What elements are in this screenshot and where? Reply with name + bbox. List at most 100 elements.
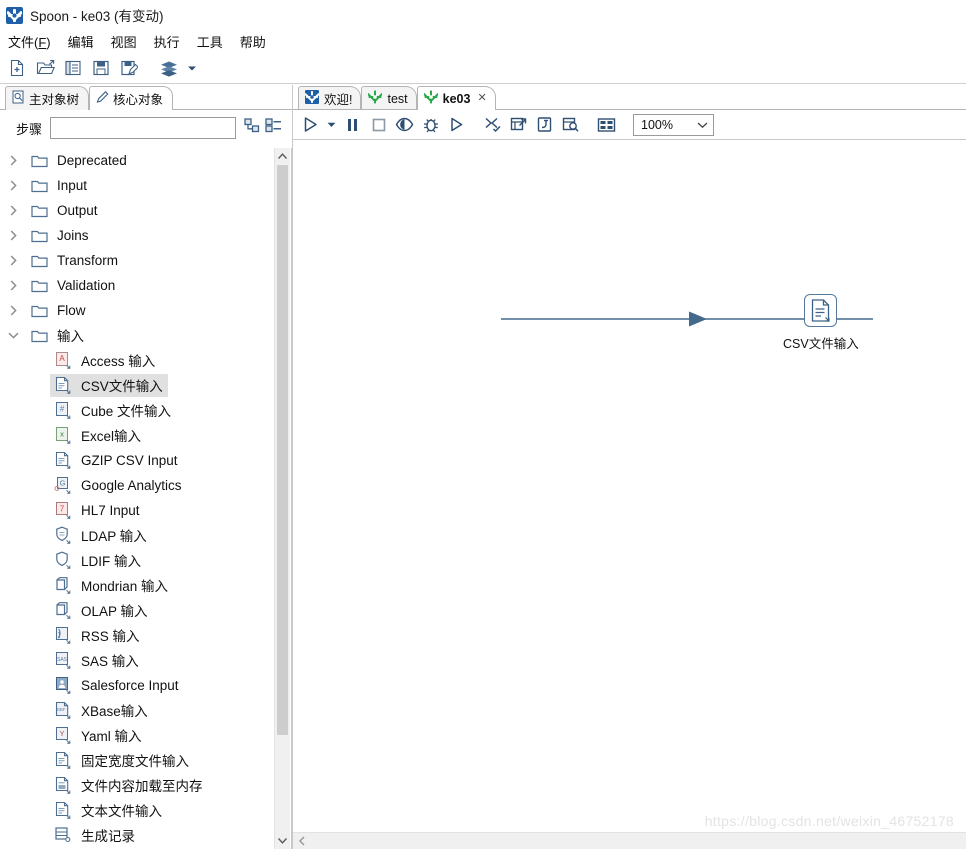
tree-item-label: Transform: [57, 252, 119, 268]
tree-step-18[interactable]: OLAP 输入: [0, 598, 274, 623]
run-button[interactable]: [298, 112, 323, 137]
chevron-down-icon[interactable]: [0, 331, 26, 340]
canvas-step-csv-input[interactable]: CSV文件输入: [783, 294, 859, 352]
preview-button[interactable]: [392, 112, 417, 137]
chevron-right-icon[interactable]: [0, 280, 26, 291]
tree-folder-5[interactable]: Validation: [0, 273, 274, 298]
tree-folder-6[interactable]: Flow: [0, 298, 274, 323]
tree-vertical-scrollbar[interactable]: [274, 148, 290, 849]
expand-all-button[interactable]: [265, 118, 282, 138]
tab-main-object-tree[interactable]: 主对象树: [5, 86, 90, 110]
debug-button[interactable]: [418, 112, 443, 137]
svg-text:7: 7: [59, 504, 64, 513]
tree-step-20[interactable]: SAS SAS 输入: [0, 648, 274, 673]
csv-file-step-icon[interactable]: [804, 294, 838, 327]
tree-step-12[interactable]: GZIP CSV Input: [0, 448, 274, 473]
tree-step-25[interactable]: 文件内容加载至内存: [0, 773, 274, 798]
verify-transformation-button[interactable]: [480, 112, 505, 137]
tree-step-27[interactable]: 生成记录: [0, 823, 274, 848]
tab-core-objects[interactable]: 核心对象: [89, 86, 174, 111]
tree-step-11[interactable]: x Excel输入: [0, 423, 274, 448]
tree-item-label: LDIF 输入: [81, 554, 142, 569]
tree-step-8[interactable]: A Access 输入: [0, 348, 274, 373]
run-options-dropdown[interactable]: [324, 112, 339, 137]
open-file-button[interactable]: [32, 55, 58, 81]
tree-folder-1[interactable]: Input: [0, 173, 274, 198]
tree-item-label: Input: [57, 177, 88, 193]
chevron-right-icon[interactable]: [0, 230, 26, 241]
google-analytics-icon: G: [52, 476, 74, 495]
step-search-label: 步骤: [16, 121, 43, 137]
tree-step-16[interactable]: LDIF 输入: [0, 548, 274, 573]
scroll-left-button[interactable]: [293, 833, 310, 849]
explore-database-button[interactable]: [558, 112, 583, 137]
tree-step-26[interactable]: 文本文件输入: [0, 798, 274, 823]
chevron-right-icon[interactable]: [0, 305, 26, 316]
core-objects-tree[interactable]: Deprecated Input Output Joins Transform Valid…: [0, 148, 274, 849]
menu-run[interactable]: 执行: [154, 32, 180, 51]
tree-folder-3[interactable]: Joins: [0, 223, 274, 248]
show-repository-explorer-button[interactable]: [60, 55, 86, 81]
generate-sql-button[interactable]: [532, 112, 557, 137]
scroll-up-button[interactable]: [275, 148, 290, 165]
tree-step-9[interactable]: CSV文件输入: [0, 373, 274, 398]
save-as-button[interactable]: [116, 55, 142, 81]
tree-item-label: XBase输入: [81, 704, 148, 719]
chevron-right-icon[interactable]: [0, 180, 26, 191]
tree-step-23[interactable]: Y Yaml 输入: [0, 723, 274, 748]
menu-tools[interactable]: 工具: [197, 32, 223, 51]
stop-button[interactable]: [366, 112, 391, 137]
tree-step-10[interactable]: # Cube 文件输入: [0, 398, 274, 423]
scroll-down-button[interactable]: [275, 832, 290, 849]
tree-folder-2[interactable]: Output: [0, 198, 274, 223]
tree-step-22[interactable]: DBF XBase输入: [0, 698, 274, 723]
transformation-canvas[interactable]: CSV文件输入 MySQL MySQL 批量加载 https://blog.cs…: [293, 141, 966, 849]
welcome-icon: [304, 90, 320, 107]
tab-test[interactable]: test: [361, 86, 417, 110]
transformation-editor-panel: 欢迎! test ke03 ✕ 100% CSV文件输入 https://blo…: [292, 85, 966, 849]
tree-folder-7[interactable]: 输入: [0, 323, 274, 348]
tree-tool-icons: [244, 118, 286, 138]
menu-edit[interactable]: 编辑: [68, 32, 94, 51]
menu-file[interactable]: 文件(F): [8, 32, 51, 51]
tree-item-label: OLAP 输入: [81, 604, 148, 619]
tree-item-label: Salesforce Input: [81, 677, 179, 693]
new-transformation-button[interactable]: [4, 55, 30, 81]
tree-step-15[interactable]: LDAP 输入: [0, 523, 274, 548]
step-search-input[interactable]: [50, 117, 236, 139]
tree-step-19[interactable]: RSS 输入: [0, 623, 274, 648]
menu-help[interactable]: 帮助: [240, 32, 266, 51]
chevron-right-icon[interactable]: [0, 155, 26, 166]
perspective-dropdown-button[interactable]: [184, 55, 200, 81]
tree-item-label: LDAP 输入: [81, 529, 147, 544]
pause-button[interactable]: [340, 112, 365, 137]
scroll-thumb[interactable]: [277, 165, 288, 735]
collapse-all-button[interactable]: [244, 118, 260, 138]
save-button[interactable]: [88, 55, 114, 81]
replay-button[interactable]: [444, 112, 469, 137]
tree-step-21[interactable]: Salesforce Input: [0, 673, 274, 698]
menu-view[interactable]: 视图: [111, 32, 137, 51]
chevron-right-icon[interactable]: [0, 205, 26, 216]
tree-folder-0[interactable]: Deprecated: [0, 148, 274, 173]
zoom-level-select[interactable]: 100%: [633, 113, 714, 136]
chevron-down-icon: [697, 118, 708, 132]
tree-step-17[interactable]: Mondrian 输入: [0, 573, 274, 598]
perspective-button[interactable]: [156, 55, 182, 81]
tree-step-14[interactable]: 7 HL7 Input: [0, 498, 274, 523]
tree-step-24[interactable]: 固定宽度文件输入: [0, 748, 274, 773]
show-grid-button[interactable]: [594, 112, 619, 137]
title-bar: Spoon - ke03 (有变动): [0, 0, 966, 30]
tree-step-13[interactable]: G Google Analytics: [0, 473, 274, 498]
tab-welcome[interactable]: 欢迎!: [298, 86, 362, 110]
svg-text:x: x: [60, 429, 64, 438]
canvas-horizontal-scrollbar[interactable]: [293, 832, 966, 849]
chevron-right-icon[interactable]: [0, 255, 26, 266]
editor-tabbar-filler: [495, 86, 966, 110]
close-icon[interactable]: ✕: [477, 93, 486, 104]
impact-analysis-button[interactable]: [506, 112, 531, 137]
cube-file-icon: #: [52, 401, 74, 420]
tree-folder-4[interactable]: Transform: [0, 248, 274, 273]
svg-text:G: G: [59, 478, 65, 487]
tab-ke03[interactable]: ke03 ✕: [416, 86, 496, 111]
